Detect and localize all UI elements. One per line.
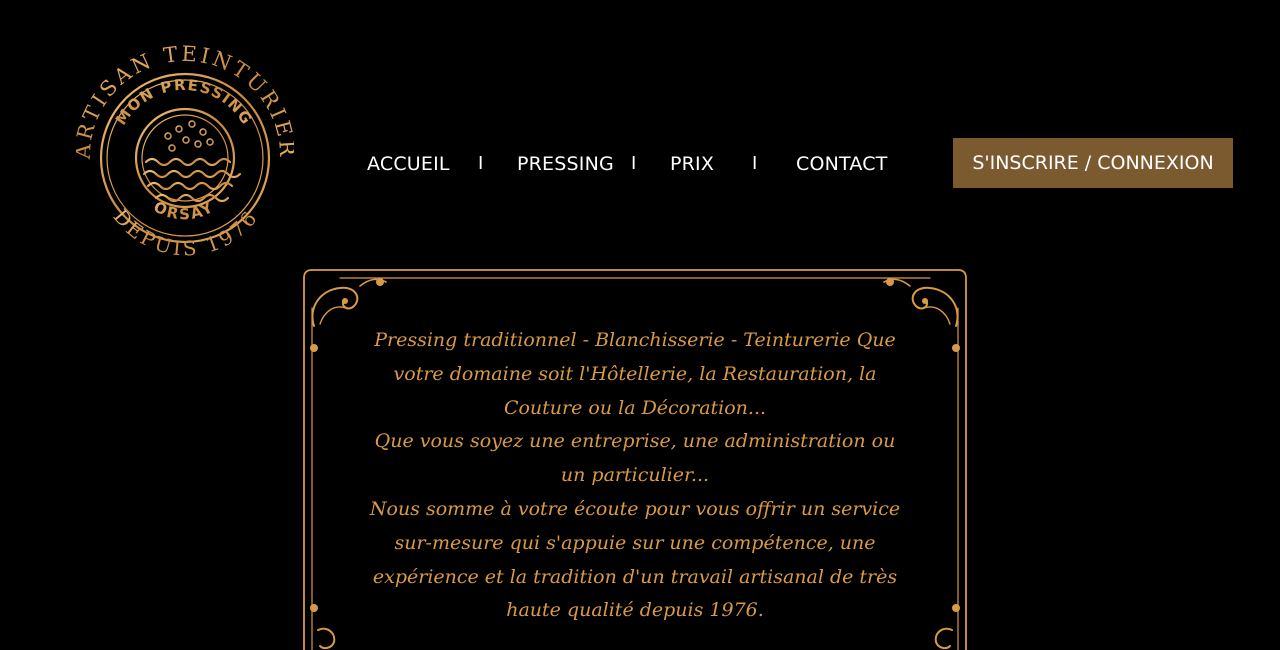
nav-separator: I bbox=[631, 153, 637, 174]
intro-text: Pressing traditionnel - Blanchisserie - … bbox=[360, 324, 910, 628]
intro-paragraph: Que vous soyez une entreprise, une admin… bbox=[374, 430, 896, 487]
intro-paragraph: Nous somme à votre écoute pour vous offr… bbox=[369, 497, 901, 622]
intro-paragraph: Pressing traditionnel - Blanchisserie - … bbox=[374, 329, 896, 419]
nav-item-accueil[interactable]: ACCUEIL bbox=[367, 150, 450, 178]
bubbles-icon bbox=[164, 120, 214, 152]
signup-login-button[interactable]: S'INSCRIRE / CONNEXION bbox=[953, 138, 1233, 188]
nav-item-pressing[interactable]: PRESSING bbox=[517, 150, 614, 178]
nav-item-contact[interactable]: CONTACT bbox=[796, 150, 888, 178]
svg-text:MON PRESSING: MON PRESSING bbox=[112, 76, 256, 129]
nav-item-prix[interactable]: PRIX bbox=[670, 150, 714, 178]
intro-frame: Pressing traditionnel - Blanchisserie - … bbox=[300, 268, 970, 650]
nav-separator: I bbox=[478, 153, 484, 174]
nav-separator: I bbox=[752, 153, 758, 174]
logo-brand: MON PRESSING bbox=[112, 76, 255, 129]
